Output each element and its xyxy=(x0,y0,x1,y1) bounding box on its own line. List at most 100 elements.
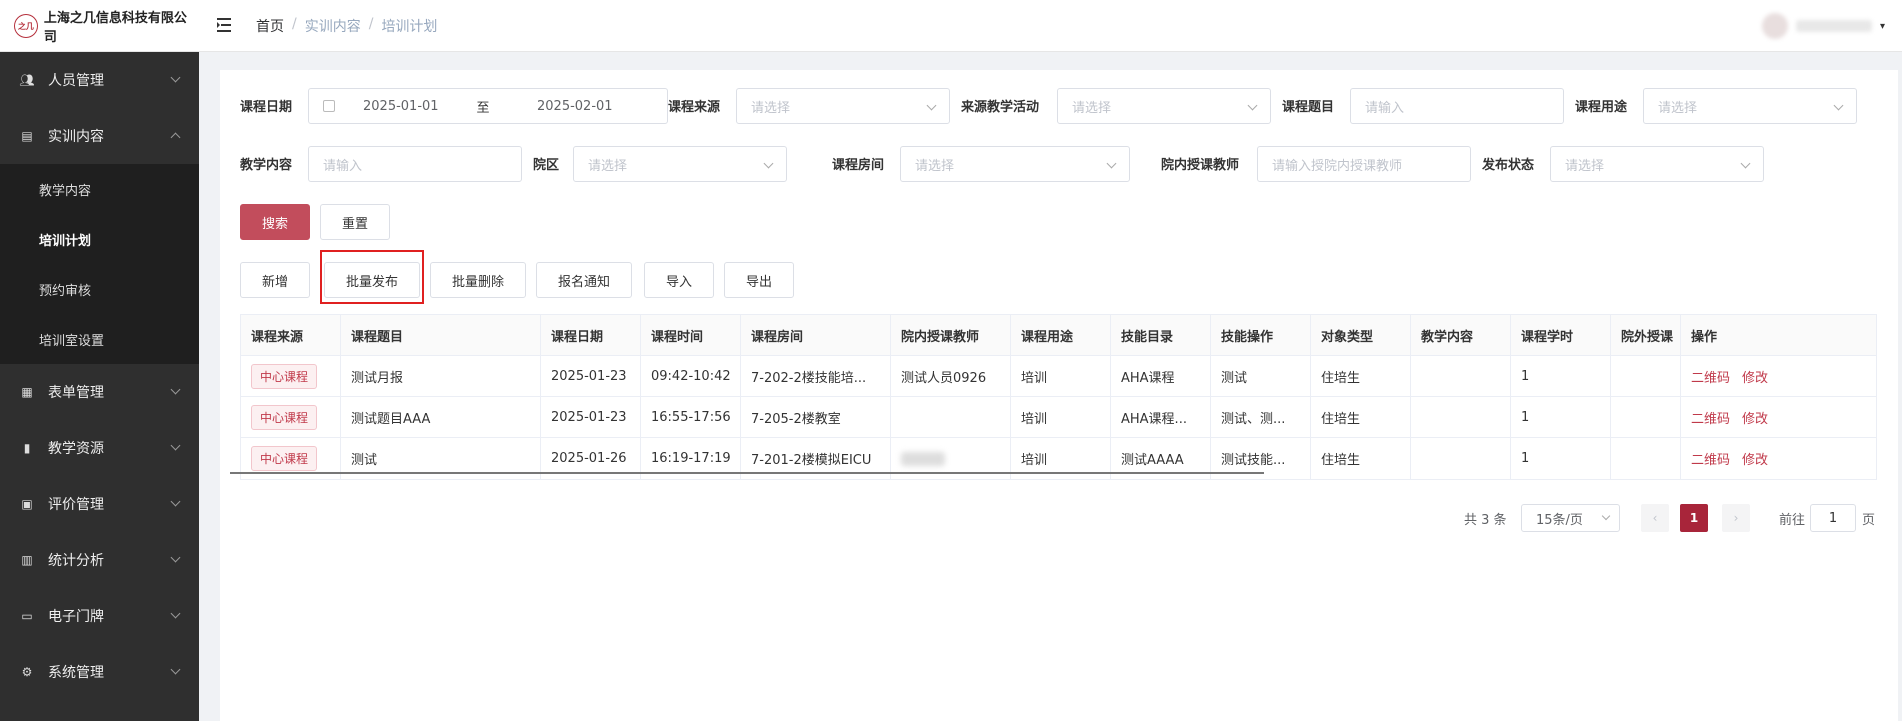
teaching-content-label: 教学内容 xyxy=(240,158,293,173)
sidebar-item-system[interactable]: ⚙ 系统管理 xyxy=(0,644,199,700)
chevron-down-icon xyxy=(170,496,181,507)
chevron-down-icon xyxy=(170,72,181,83)
sidebar-item-personnel[interactable]: 👥︎ 人员管理 xyxy=(0,52,199,108)
submenu-item-training-plan[interactable]: 培训计划 xyxy=(0,214,199,264)
internal-teacher-input[interactable]: 请输入授院内授课教师 xyxy=(1257,146,1471,182)
submenu-item-room-settings[interactable]: 培训室设置 xyxy=(0,314,199,364)
source-activity-placeholder: 请选择 xyxy=(1072,100,1112,116)
sidebar-item-door-sign[interactable]: ▭ 电子门牌 xyxy=(0,588,199,644)
publish-status-select[interactable]: 请选择 xyxy=(1550,146,1764,182)
publish-status-label: 发布状态 xyxy=(1482,158,1535,173)
breadcrumb-separator: / xyxy=(292,16,297,32)
course-date-range[interactable]: 2025-01-01 至 2025-02-01 xyxy=(308,88,668,124)
edit-link[interactable]: 修改 xyxy=(1742,367,1768,386)
submenu-item-booking-review[interactable]: 预约审核 xyxy=(0,264,199,314)
column-header: 课程用途 xyxy=(1011,315,1111,355)
batch-delete-button[interactable]: 批量删除 xyxy=(430,262,526,298)
campus-select[interactable]: 请选择 xyxy=(573,146,787,182)
current-page[interactable]: 1 xyxy=(1680,504,1708,532)
user-icon: 👥︎ xyxy=(19,73,35,87)
export-button[interactable]: 导出 xyxy=(724,262,794,298)
course-title-input[interactable]: 请输入 xyxy=(1350,88,1564,124)
cell-actions: 二维码 修改 xyxy=(1681,438,1876,479)
sidebar-item-label: 表单管理 xyxy=(48,385,104,401)
internal-teacher-placeholder: 请输入授院内授课教师 xyxy=(1272,158,1403,174)
column-header: 课程来源 xyxy=(241,315,341,355)
menu-toggle-icon[interactable] xyxy=(216,16,234,34)
column-header: 对象类型 xyxy=(1311,315,1411,355)
date-start[interactable]: 2025-01-01 xyxy=(363,99,459,114)
sidebar-item-label: 系统管理 xyxy=(48,665,104,681)
sidebar-item-label: 人员管理 xyxy=(48,73,104,89)
source-tag: 中心课程 xyxy=(251,404,318,430)
teaching-content-input[interactable]: 请输入 xyxy=(308,146,522,182)
top-header: 之几 上海之几信息科技有限公司 首页 / 实训内容 / 培训计划 ▾ xyxy=(0,0,1902,52)
campus-placeholder: 请选择 xyxy=(588,158,628,174)
company-logo[interactable]: 之几 上海之几信息科技有限公司 xyxy=(0,0,199,52)
evaluation-icon: ▣ xyxy=(21,497,33,511)
breadcrumb-training-content[interactable]: 实训内容 xyxy=(305,16,361,36)
column-header: 操作 xyxy=(1681,315,1876,355)
company-name: 上海之几信息科技有限公司 xyxy=(43,11,187,45)
prev-page-button[interactable]: ‹ xyxy=(1641,504,1669,532)
chevron-down-icon xyxy=(1247,100,1258,111)
qrcode-link[interactable]: 二维码 xyxy=(1691,367,1730,386)
gear-icon: ⚙ xyxy=(21,665,33,679)
goto-page-input[interactable]: 1 xyxy=(1810,504,1856,532)
course-room-placeholder: 请选择 xyxy=(915,158,955,174)
sidebar-item-training-content[interactable]: ▤ 实训内容 xyxy=(0,108,199,164)
qrcode-link[interactable]: 二维码 xyxy=(1691,408,1730,427)
submenu-item-teaching-content[interactable]: 教学内容 xyxy=(0,164,199,214)
signup-notice-button[interactable]: 报名通知 xyxy=(536,262,632,298)
table-row[interactable]: 中心课程 测试题目AAA 2025-01-23 16:55-17:56 7-20… xyxy=(241,397,1876,438)
cell-content xyxy=(1411,397,1511,437)
search-button[interactable]: 搜索 xyxy=(240,204,310,240)
user-name xyxy=(1796,20,1872,32)
course-title-placeholder: 请输入 xyxy=(1365,100,1405,116)
table-horizontal-scrollbar[interactable] xyxy=(230,472,1264,474)
sidebar-item-forms[interactable]: ▦ 表单管理 xyxy=(0,364,199,420)
reset-button[interactable]: 重置 xyxy=(320,204,390,240)
column-header: 技能目录 xyxy=(1111,315,1211,355)
breadcrumb-home[interactable]: 首页 xyxy=(256,16,284,36)
course-use-select[interactable]: 请选择 xyxy=(1643,88,1857,124)
cell-title: 测试月报 xyxy=(341,356,541,396)
table-row[interactable]: 中心课程 测试月报 2025-01-23 09:42-10:42 7-202-2… xyxy=(241,356,1876,397)
chevron-down-icon xyxy=(170,384,181,395)
edit-link[interactable]: 修改 xyxy=(1742,449,1768,468)
avatar xyxy=(1762,13,1788,39)
cell-time: 09:42-10:42 xyxy=(641,356,741,396)
user-menu[interactable]: ▾ xyxy=(1762,8,1892,44)
sidebar-item-resources[interactable]: ▮ 教学资源 xyxy=(0,420,199,476)
page-size-select[interactable]: 15条/页 xyxy=(1521,504,1620,532)
sidebar-item-evaluation[interactable]: ▣ 评价管理 xyxy=(0,476,199,532)
sidebar: 👥︎ 人员管理 ▤ 实训内容 教学内容 培训计划 预约审核 培训室设置 ▦ 表单… xyxy=(0,52,199,721)
source-tag: 中心课程 xyxy=(251,363,318,389)
highlight-box xyxy=(320,250,424,304)
cell-content xyxy=(1411,438,1511,479)
source-activity-select[interactable]: 请选择 xyxy=(1057,88,1271,124)
import-button[interactable]: 导入 xyxy=(644,262,714,298)
column-header: 技能操作 xyxy=(1211,315,1311,355)
course-source-select[interactable]: 请选择 xyxy=(736,88,950,124)
next-page-button[interactable]: › xyxy=(1722,504,1750,532)
add-button[interactable]: 新增 xyxy=(240,262,310,298)
cell-operation: 测试、测... xyxy=(1211,397,1311,437)
training-plan-table: 课程来源 课程题目 课程日期 课程时间 课程房间 院内授课教师 课程用途 技能目… xyxy=(240,314,1877,480)
cell-target: 住培生 xyxy=(1311,397,1411,437)
cell-content xyxy=(1411,356,1511,396)
sidebar-item-statistics[interactable]: ▥ 统计分析 xyxy=(0,532,199,588)
cell-hours: 1 xyxy=(1511,356,1611,396)
column-header: 院外授课 xyxy=(1611,315,1681,355)
chevron-down-icon xyxy=(763,158,774,169)
internal-teacher-label: 院内授课教师 xyxy=(1161,158,1240,173)
edit-link[interactable]: 修改 xyxy=(1742,408,1768,427)
cell-use: 培训 xyxy=(1011,397,1111,437)
chevron-down-icon xyxy=(170,664,181,675)
cell-actions: 二维码 修改 xyxy=(1681,397,1876,437)
course-room-label: 课程房间 xyxy=(832,158,885,173)
cell-teacher: 测试人员0926 xyxy=(891,356,1011,396)
qrcode-link[interactable]: 二维码 xyxy=(1691,449,1730,468)
date-end[interactable]: 2025-02-01 xyxy=(507,99,613,114)
course-room-select[interactable]: 请选择 xyxy=(900,146,1130,182)
